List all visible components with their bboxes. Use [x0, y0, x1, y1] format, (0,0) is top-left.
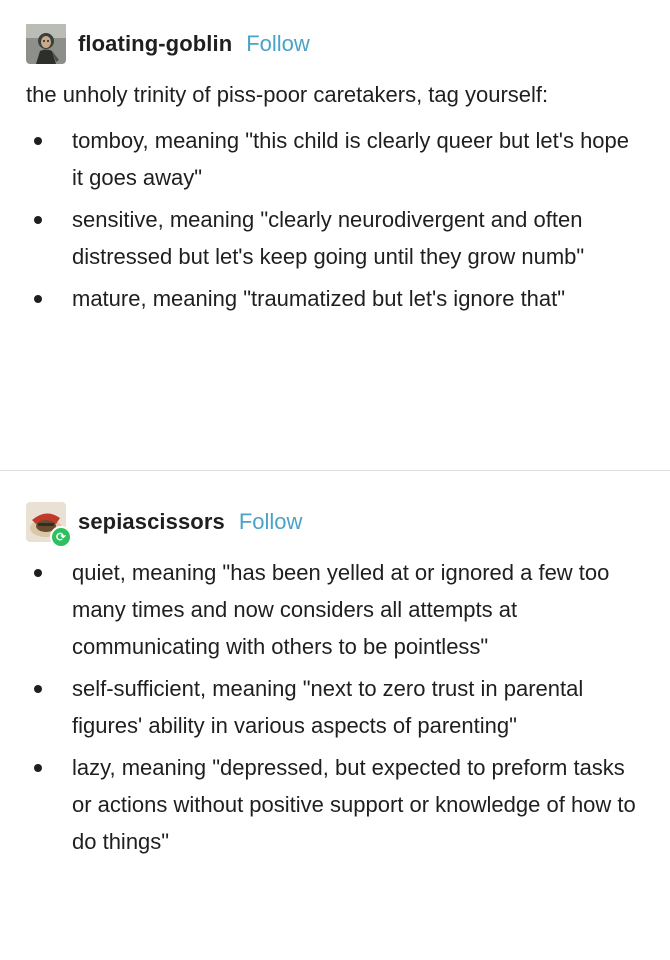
sepia-avatar-icon[interactable]: ⟳: [26, 502, 72, 548]
list-item: self-sufficient, meaning "next to zero t…: [26, 670, 644, 744]
post-intro-text: the unholy trinity of piss-poor caretake…: [26, 82, 549, 107]
list-item: quiet, meaning "has been yelled at or ig…: [26, 554, 644, 665]
post-header: floating-goblin Follow: [26, 24, 644, 64]
goblin-avatar-icon[interactable]: [26, 24, 66, 64]
bullet-icon: [34, 764, 42, 772]
list-item-text: quiet, meaning "has been yelled at or ig…: [72, 560, 610, 659]
list-item-text: self-sufficient, meaning "next to zero t…: [72, 676, 584, 738]
bullet-icon: [34, 137, 42, 145]
list-item-text: lazy, meaning "depressed, but expected t…: [72, 755, 636, 854]
username[interactable]: sepiascissors: [78, 509, 225, 535]
bullet-icon: [34, 569, 42, 577]
post-bullet-list: quiet, meaning "has been yelled at or ig…: [26, 554, 644, 860]
bullet-icon: [34, 685, 42, 693]
list-item: tomboy, meaning "this child is clearly q…: [26, 122, 644, 196]
username[interactable]: floating-goblin: [78, 31, 232, 57]
bullet-icon: [34, 216, 42, 224]
post-floating-goblin: floating-goblin Follow the unholy trinit…: [0, 0, 670, 470]
list-item-text: tomboy, meaning "this child is clearly q…: [72, 128, 630, 190]
follow-button[interactable]: Follow: [246, 31, 310, 57]
list-item: sensitive, meaning "clearly neurodiverge…: [26, 201, 644, 275]
list-item: lazy, meaning "depressed, but expected t…: [26, 749, 644, 860]
reblog-icon: ⟳: [50, 526, 72, 548]
list-item-text: sensitive, meaning "clearly neurodiverge…: [72, 207, 585, 269]
follow-button[interactable]: Follow: [239, 509, 303, 535]
list-item-text: mature, meaning "traumatized but let's i…: [72, 286, 566, 311]
post-bullet-list: tomboy, meaning "this child is clearly q…: [26, 122, 644, 317]
post-sepiascissors: ⟳ sepiascissors Follow quiet, meaning "h…: [0, 470, 670, 960]
list-item: mature, meaning "traumatized but let's i…: [26, 280, 644, 317]
post-header: ⟳ sepiascissors Follow: [26, 502, 644, 548]
bullet-icon: [34, 295, 42, 303]
